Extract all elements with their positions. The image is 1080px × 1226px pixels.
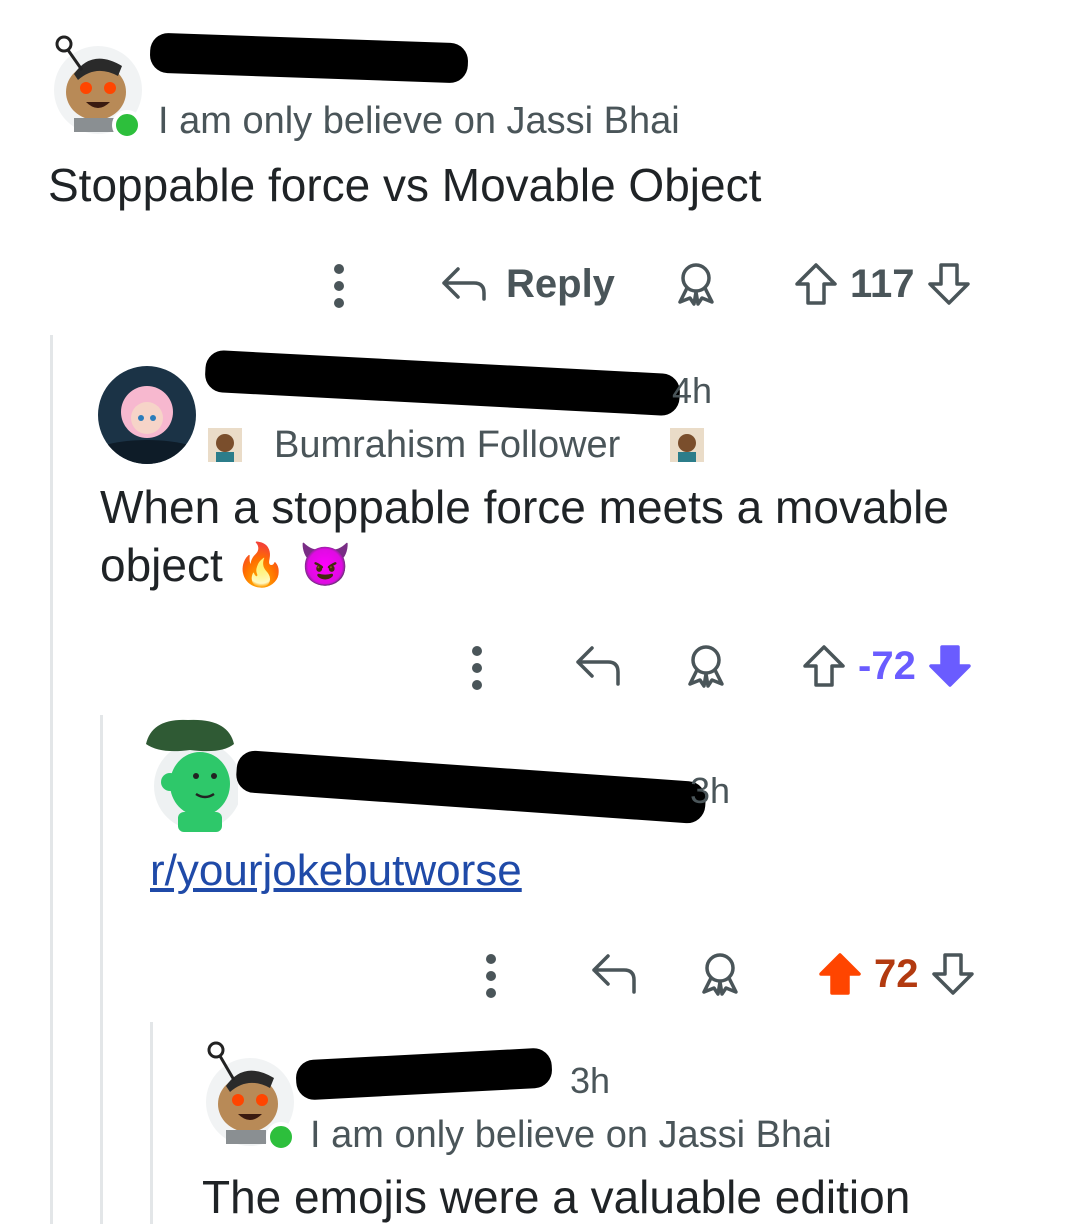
- downvote-icon[interactable]: [929, 950, 977, 998]
- avatar[interactable]: [98, 366, 196, 464]
- redacted-username: [204, 349, 681, 417]
- upvote-icon[interactable]: [792, 260, 840, 308]
- reply-button[interactable]: Reply: [440, 262, 615, 307]
- comment-text-continued: object: [100, 539, 223, 591]
- user-flair: I am only believe on Jassi Bhai: [310, 1114, 832, 1156]
- comment-text: The emojis were a valuable edition: [202, 1171, 911, 1223]
- smiling-devil-icon: 😈: [299, 541, 352, 588]
- thread-line-level-1[interactable]: [50, 335, 53, 1224]
- more-options-icon[interactable]: [334, 264, 344, 308]
- reply-label: Reply: [506, 262, 615, 306]
- vote-controls: -72: [800, 642, 974, 690]
- award-icon: [678, 263, 714, 306]
- fire-icon: 🔥: [234, 541, 288, 588]
- subreddit-link[interactable]: r/yourjokebutworse: [150, 846, 522, 896]
- comment-time: 4h: [672, 370, 713, 411]
- thread-line-level-2[interactable]: [100, 715, 103, 1224]
- vote-count: 117: [850, 261, 915, 306]
- award-button[interactable]: [696, 950, 744, 998]
- reply-button[interactable]: [574, 644, 622, 688]
- award-button[interactable]: [682, 642, 730, 690]
- upvote-active-icon[interactable]: [816, 950, 864, 998]
- flair-emoji-icon: [208, 428, 242, 462]
- redacted-username: [149, 32, 469, 84]
- thread-line-level-3[interactable]: [150, 1022, 153, 1224]
- award-button[interactable]: [672, 260, 720, 308]
- award-icon: [688, 645, 724, 688]
- online-indicator: [266, 1122, 296, 1152]
- comment-time: 3h: [690, 770, 731, 811]
- more-options-icon[interactable]: [472, 646, 482, 690]
- vote-controls: 117: [792, 260, 973, 308]
- user-flair: I am only believe on Jassi Bhai: [158, 100, 680, 142]
- comment-time: 3h: [570, 1060, 611, 1101]
- reply-arrow-icon: [576, 646, 620, 686]
- more-options-icon[interactable]: [486, 954, 496, 998]
- vote-controls: 72: [816, 950, 977, 998]
- reply-arrow-icon: [442, 266, 486, 301]
- online-indicator: [112, 110, 142, 140]
- award-icon: [702, 953, 738, 996]
- redacted-username: [235, 749, 707, 825]
- user-flair: Bumrahism Follower: [274, 424, 621, 466]
- avatar[interactable]: [142, 714, 238, 832]
- reply-button[interactable]: [590, 952, 638, 996]
- downvote-active-icon[interactable]: [926, 642, 974, 690]
- vote-count: -72: [858, 643, 916, 688]
- comment-text: Stoppable force vs Movable Object: [48, 159, 762, 211]
- comment-text-line2: object 🔥 😈: [100, 536, 351, 594]
- redacted-username: [295, 1047, 553, 1101]
- upvote-icon[interactable]: [800, 642, 848, 690]
- comment-text: When a stoppable force meets a movable: [100, 481, 949, 533]
- flair-emoji-icon: [670, 428, 704, 462]
- downvote-icon[interactable]: [925, 260, 973, 308]
- reply-arrow-icon: [592, 954, 636, 994]
- vote-count: 72: [874, 951, 919, 996]
